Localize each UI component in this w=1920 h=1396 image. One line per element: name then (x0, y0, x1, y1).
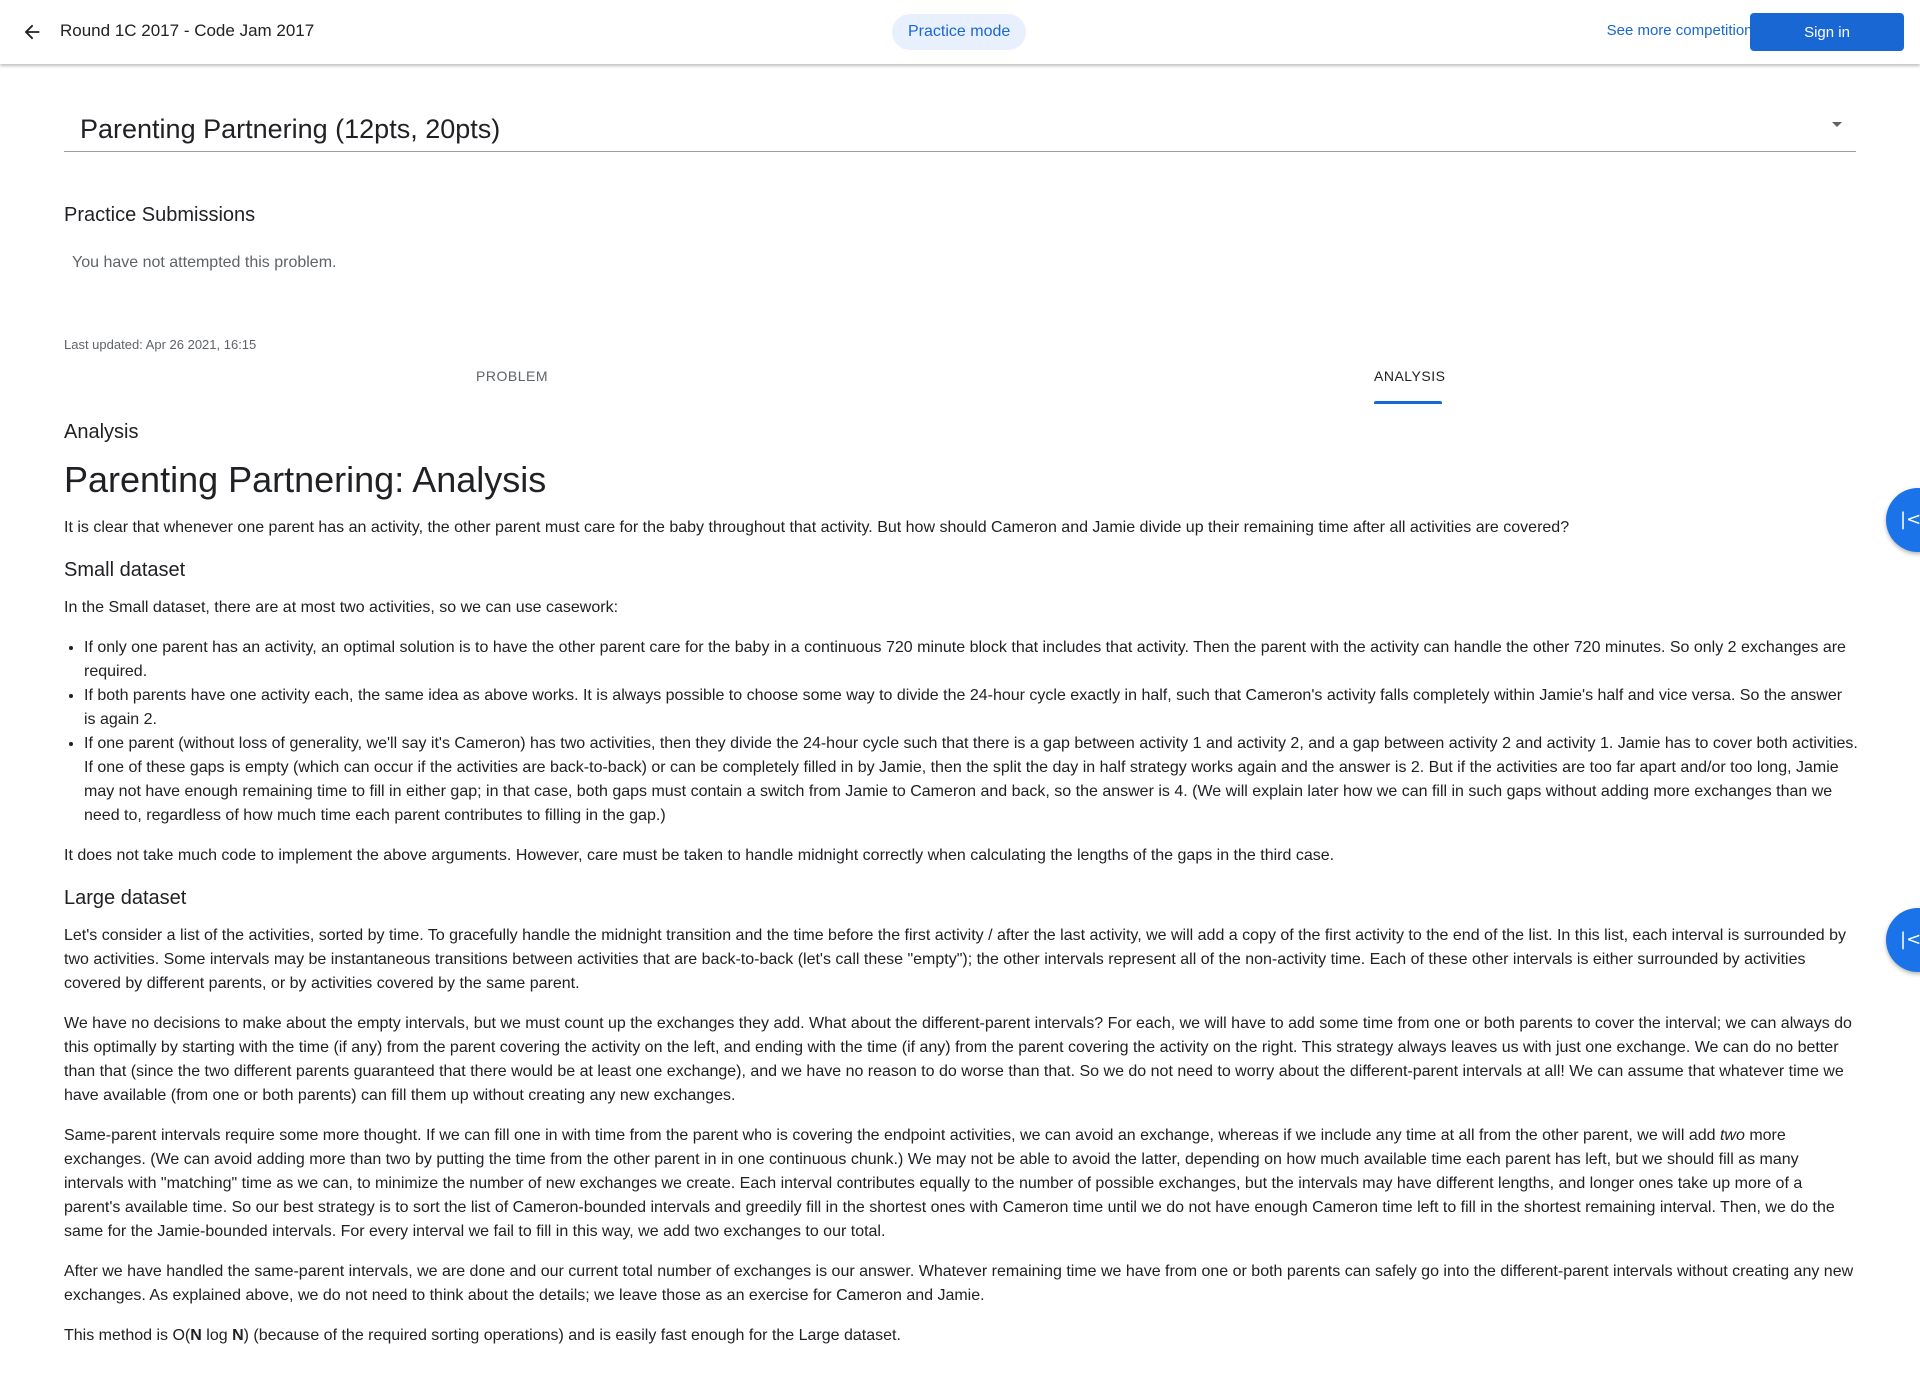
analysis-content: Analysis Parenting Partnering: Analysis … (64, 418, 1858, 1364)
list-item: If both parents have one activity each, … (84, 684, 1858, 732)
math-variable: N (232, 1327, 244, 1344)
problem-select[interactable]: Parenting Partnering (12pts, 20pts) (64, 100, 1856, 152)
large-dataset-paragraph: Let's consider a list of the activities,… (64, 927, 1846, 992)
tab-problem[interactable]: PROBLEM (470, 368, 554, 404)
side-panel-toggle-button[interactable]: |< (1886, 908, 1920, 972)
collapse-left-icon: |< (1900, 929, 1920, 950)
paragraph-text: ) (because of the required sorting opera… (243, 1327, 901, 1344)
active-tab-indicator (1374, 401, 1442, 404)
analysis-title: Parenting Partnering: Analysis (64, 459, 547, 500)
list-item: If only one parent has an activity, an o… (84, 636, 1858, 684)
practice-mode-chip: Practice mode (892, 14, 1027, 50)
paragraph-text: Same-parent intervals require some more … (64, 1127, 1720, 1144)
see-more-competitions-link[interactable]: See more competitions (1607, 22, 1760, 39)
arrow-back-icon (24, 24, 40, 40)
small-dataset-outro: It does not take much code to implement … (64, 847, 1335, 864)
analysis-intro: It is clear that whenever one parent has… (64, 519, 1570, 536)
side-panel-toggle-button[interactable]: |< (1886, 488, 1920, 552)
back-button[interactable] (16, 16, 48, 48)
sign-in-button[interactable]: Sign in (1750, 13, 1904, 51)
paragraph-text: This method is O( (64, 1327, 191, 1344)
math-variable: N (190, 1327, 202, 1344)
tab-analysis[interactable]: ANALYSIS (1374, 368, 1446, 404)
tab-problem-label: PROBLEM (476, 368, 548, 384)
emphasis-text: two (1719, 1127, 1745, 1144)
small-dataset-heading: Small dataset (64, 559, 186, 581)
collapse-left-icon: |< (1900, 509, 1920, 530)
list-item: If one parent (without loss of generalit… (84, 732, 1858, 828)
submissions-empty-text: You have not attempted this problem. (72, 254, 337, 271)
paragraph-text: log (201, 1327, 233, 1344)
last-updated-text: Last updated: Apr 26 2021, 16:15 (64, 337, 257, 352)
practice-submissions-heading: Practice Submissions (64, 204, 256, 226)
large-dataset-paragraph: After we have handled the same-parent in… (64, 1263, 1854, 1304)
large-dataset-paragraph: We have no decisions to make about the e… (64, 1015, 1852, 1104)
page-title: Round 1C 2017 - Code Jam 2017 (60, 21, 315, 40)
small-dataset-list: If only one parent has an activity, an o… (64, 636, 1858, 828)
small-dataset-intro: In the Small dataset, there are at most … (64, 599, 619, 616)
analysis-section-label: Analysis (64, 421, 139, 443)
large-dataset-paragraph: Same-parent intervals require some more … (64, 1124, 1858, 1244)
large-dataset-heading: Large dataset (64, 887, 187, 909)
tab-analysis-label: ANALYSIS (1374, 368, 1446, 384)
top-app-bar: Round 1C 2017 - Code Jam 2017 Practice m… (0, 0, 1920, 64)
problem-select-value: Parenting Partnering (12pts, 20pts) (80, 114, 501, 144)
complexity-paragraph: This method is O(N log N) (because of th… (64, 1324, 1858, 1348)
caret-down-icon (1832, 122, 1842, 127)
